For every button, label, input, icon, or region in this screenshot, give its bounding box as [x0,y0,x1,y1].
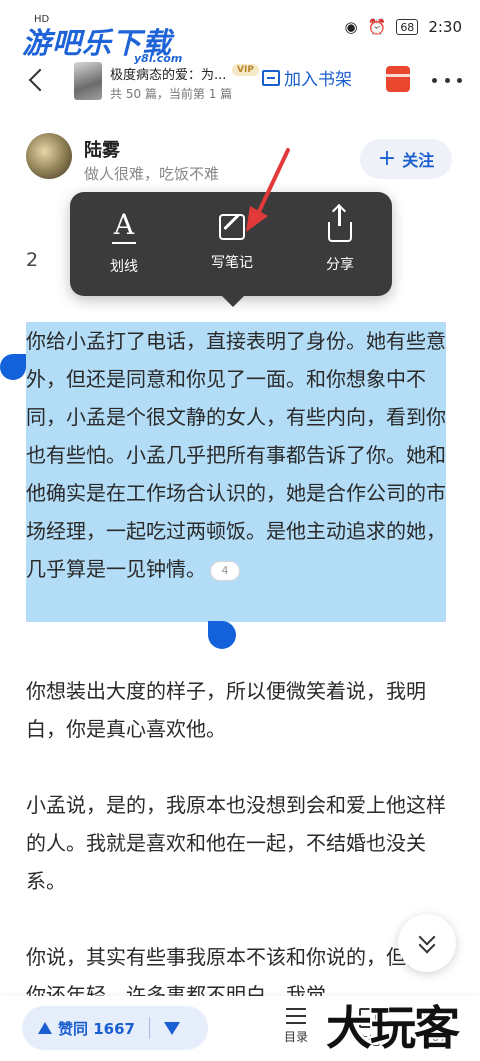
downvote-button[interactable] [163,1021,180,1035]
follow-label: 关注 [402,151,435,170]
vip-badge: VIP [232,64,259,76]
author-bio: 做人很难，吃饭不难 [84,165,220,183]
underline-action[interactable]: A 划线 [84,210,164,280]
upvote-button[interactable]: 赞同 1667 [22,1018,135,1039]
plus-icon: + [377,146,397,171]
author-name[interactable]: 陆雾 [84,136,120,162]
clock-time: 2:30 [428,18,462,36]
paragraph-comment-count[interactable]: 4 [210,560,240,581]
selected-text: 你给小孟打了电话，直接表明了身份。她有些意外，但还是同意和你见了一面。和你想象中… [26,329,446,581]
book-progress: 共 50 篇，当前第 1 篇 [110,87,233,101]
alarm-icon: ⏰ [367,18,387,36]
triangle-up-icon [38,1022,52,1034]
book-title[interactable]: 极度病态的爱：为... [110,64,226,83]
underline-a-icon: A [111,210,137,244]
battery-icon: 68 [396,19,419,35]
status-icons: ◉ ⏰ 68 2:30 [345,18,462,36]
author-avatar[interactable] [26,133,72,179]
share-action[interactable]: 分享 [300,206,380,280]
vote-divider [148,1017,150,1039]
more-options-icon[interactable] [432,68,462,92]
upvote-label: 赞同 1667 [58,1019,135,1038]
toc-label: 目录 [284,1030,309,1044]
follow-button[interactable]: + 关注 [360,139,452,179]
add-to-shelf-button[interactable]: 加入书架 [262,65,352,90]
red-packet-icon[interactable] [386,66,410,92]
bookshelf-icon [262,69,280,86]
reader-header: 极度病态的爱：为... VIP 共 50 篇，当前第 1 篇 加入书架 [0,56,480,106]
selection-toolbar: A 划线 写笔记 分享 [70,192,392,307]
toc-button[interactable]: 目录 [284,1008,308,1045]
menu-icon [286,1008,306,1024]
add-to-shelf-label: 加入书架 [284,70,352,90]
selected-paragraph[interactable]: 你给小孟打了电话，直接表明了身份。她有些意外，但还是同意和你见了一面。和你想象中… [26,322,454,588]
paragraph[interactable]: 你想装出大度的样子，所以便微笑着说，我明白，你是真心喜欢他。 [26,672,454,748]
share-icon [328,206,352,242]
book-cover[interactable] [74,62,102,100]
eye-icon: ◉ [344,18,358,36]
scroll-down-button[interactable] [398,914,456,972]
paragraph[interactable]: 小孟说，是的，我原本也没想到会和爱上他这样的人。我就是喜欢和他在一起，不结婚也没… [26,786,454,900]
underline-label: 划线 [110,259,138,275]
vote-control: 赞同 1667 [22,1006,208,1050]
chapter-number: 2 [26,249,39,271]
selection-start-handle[interactable] [0,354,26,380]
selection-end-handle[interactable] [208,621,236,649]
back-button[interactable] [22,64,52,98]
share-label: 分享 [326,257,354,273]
watermark-corner-logo: 大玩客 [326,1001,460,1055]
write-note-label: 写笔记 [211,255,253,271]
red-arrow-annotation-icon [246,148,290,232]
